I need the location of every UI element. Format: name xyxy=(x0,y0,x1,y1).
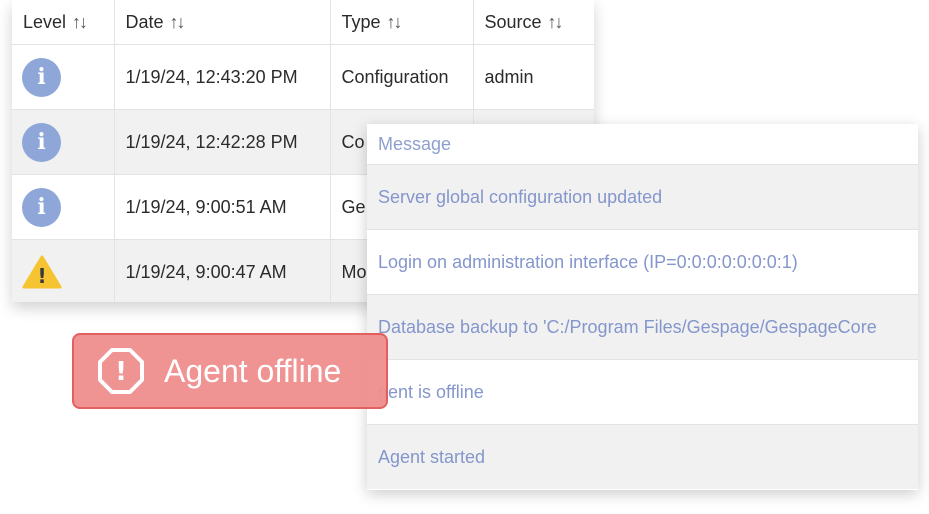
warning-icon: ! xyxy=(22,255,62,289)
svg-text:!: ! xyxy=(37,264,46,288)
date-cell: 1/19/24, 9:00:51 AM xyxy=(114,174,331,240)
svg-text:!: ! xyxy=(115,357,127,387)
message-row[interactable]: Login on administration interface (IP=0:… xyxy=(367,230,918,295)
message-row[interactable]: gent is offline xyxy=(367,360,918,425)
type-cell: Configuration xyxy=(330,44,474,110)
sort-icon[interactable]: ↑↓ xyxy=(548,12,564,32)
source-cell: admin xyxy=(473,44,594,110)
sort-icon[interactable]: ↑↓ xyxy=(72,12,88,32)
level-cell: i xyxy=(12,44,115,110)
table-header-row: Level ↑↓ Date ↑↓ Type ↑↓ Source ↑↓ xyxy=(12,0,594,45)
message-row[interactable]: Database backup to 'C:/Program Files/Ges… xyxy=(367,295,918,360)
agent-status-label: Agent offline xyxy=(164,352,342,389)
alert-octagon-icon: ! xyxy=(98,348,144,394)
info-icon: i xyxy=(22,122,61,162)
info-icon: i xyxy=(22,57,61,97)
sort-icon[interactable]: ↑↓ xyxy=(387,12,403,32)
table-row[interactable]: i 1/19/24, 12:43:20 PM Configuration adm… xyxy=(12,44,594,110)
message-list: Server global configuration updated Logi… xyxy=(367,165,918,489)
date-cell: 1/19/24, 9:00:47 AM xyxy=(114,239,331,302)
level-cell: ! xyxy=(12,239,115,302)
agent-offline-badge: ! Agent offline xyxy=(72,333,388,409)
date-cell: 1/19/24, 12:43:20 PM xyxy=(114,44,331,110)
column-header-level[interactable]: Level ↑↓ xyxy=(12,0,115,45)
level-cell: i xyxy=(12,109,115,175)
message-row[interactable]: Server global configuration updated xyxy=(367,165,918,230)
info-icon: i xyxy=(22,187,61,227)
column-header-source[interactable]: Source ↑↓ xyxy=(473,0,594,45)
message-row[interactable]: Agent started xyxy=(367,425,918,489)
message-panel: Message Server global configuration upda… xyxy=(367,124,918,490)
date-cell: 1/19/24, 12:42:28 PM xyxy=(114,109,331,175)
level-cell: i xyxy=(12,174,115,240)
column-header-type[interactable]: Type ↑↓ xyxy=(330,0,474,45)
message-column-header[interactable]: Message xyxy=(367,124,918,165)
sort-icon[interactable]: ↑↓ xyxy=(170,12,186,32)
column-header-date[interactable]: Date ↑↓ xyxy=(114,0,331,45)
